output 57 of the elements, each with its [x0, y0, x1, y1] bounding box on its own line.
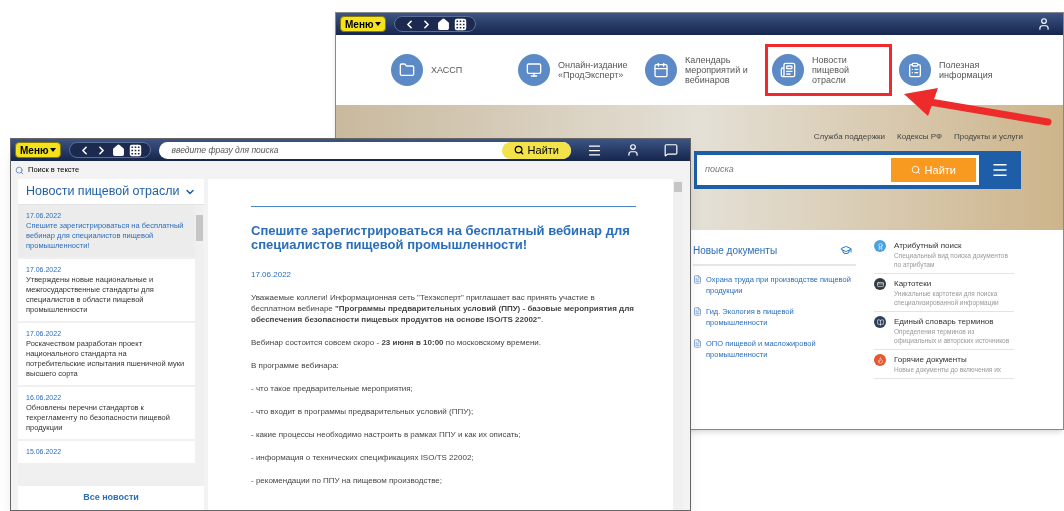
- section-tile[interactable]: ХАССП: [384, 44, 511, 96]
- user-icon[interactable]: [626, 143, 640, 157]
- article-paragraph: - какие процессы необходимо настроить в рамках ППУ и как их описать;: [251, 429, 522, 440]
- menu-icon[interactable]: [991, 161, 1009, 179]
- article-paragraph: - что такое предварительные мероприятия;: [251, 383, 414, 394]
- graduation-cap-icon: [840, 244, 852, 256]
- article-paragraph: - что входит в программы предварительных условий (ППУ);: [251, 406, 475, 417]
- article-paragraph: - рекомендации по ППУ на пищевом производстве;: [251, 475, 443, 486]
- document-icon: [693, 275, 702, 284]
- menu-button[interactable]: Меню: [340, 16, 387, 32]
- service-icon: [874, 354, 886, 366]
- service-icon: [874, 316, 886, 328]
- menu-button[interactable]: Меню: [15, 142, 62, 158]
- tile-icon: [645, 54, 677, 86]
- document-icon: [693, 339, 702, 348]
- search-field[interactable]: введите фразу для поиска Найти: [159, 141, 571, 159]
- section-tile[interactable]: Онлайн-издание «ПродЭксперт»: [511, 44, 638, 96]
- service-title: Картотеки: [894, 278, 933, 289]
- article-title: Спешите зарегистрироваться на бесплатный вебинар для специалистов пищевой промышленности!: [251, 224, 631, 252]
- article-date: 17.06.2022: [251, 269, 293, 281]
- article-paragraph: В программе вебинара:: [251, 360, 340, 371]
- tile-icon: [391, 54, 423, 86]
- section-tile[interactable]: Новости пищевой отрасли: [765, 44, 892, 96]
- search-icon: [15, 165, 24, 175]
- service-title: Единый словарь терминов: [894, 316, 995, 327]
- search-icon: [513, 145, 524, 155]
- sidebar-title: Новости пищевой отрасли: [26, 183, 180, 201]
- home-icon[interactable]: [112, 143, 126, 157]
- article-paragraph: Вебинар состоится совсем скоро - 23 июня в 10:00 по московскому времени.: [251, 337, 542, 348]
- grid-icon[interactable]: [129, 143, 143, 157]
- all-news-link[interactable]: Все новости: [83, 491, 139, 505]
- menu-icon[interactable]: [587, 142, 602, 158]
- document-icon: [693, 307, 702, 316]
- article-paragraph: - информация о технических спецификациях ISO/TS 22002;: [251, 452, 475, 463]
- service-title: Горячие документы: [894, 354, 968, 365]
- banner-link[interactable]: Продукты и услуги: [953, 131, 1023, 151]
- tile-icon: [772, 54, 804, 86]
- grid-icon[interactable]: [454, 17, 468, 31]
- caret-icon: [375, 22, 382, 26]
- article-paragraph: Уважаемые коллеги! Информационная сеть "Техэксперт" приглашает вас принять участие в бесплатном вебинаре "Программы предварительных условий (ППУ) - базовые мероприятия для обеспечения безопасности пищевых продуктов на основе ISO/TS 22002".: [251, 292, 635, 325]
- tile-icon: [518, 54, 550, 86]
- section-tile[interactable]: Календарь мероприятий и вебинаров: [638, 44, 765, 96]
- chat-icon[interactable]: [664, 143, 678, 157]
- home-icon[interactable]: [437, 17, 451, 31]
- service-icon: [874, 278, 886, 290]
- section-title: Новые документы: [693, 243, 778, 258]
- service-title: Атрибутный поиск: [894, 240, 963, 251]
- tile-icon: [899, 54, 931, 86]
- section-tile[interactable]: Полезная информация: [892, 44, 1019, 96]
- banner-link[interactable]: Кодексы РФ: [897, 131, 942, 151]
- caret-icon: [50, 148, 57, 152]
- user-icon[interactable]: [1037, 17, 1051, 31]
- search-button[interactable]: Найти: [501, 141, 571, 159]
- scrollbar[interactable]: [673, 179, 683, 510]
- service-icon: [874, 240, 886, 252]
- banner-link[interactable]: Служба поддержки: [813, 131, 885, 151]
- search-icon: [910, 165, 921, 175]
